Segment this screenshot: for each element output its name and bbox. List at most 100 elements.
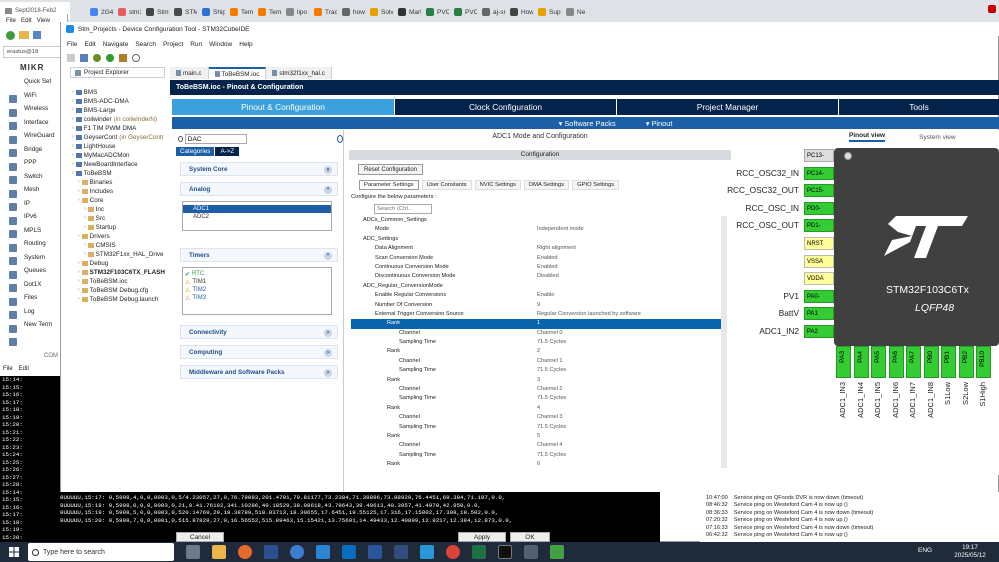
tab-tools[interactable]: Tools (839, 99, 999, 115)
browser-tab[interactable]: lipo b (282, 3, 310, 21)
tree-item[interactable]: › coilwinder (in coilwinderN) (68, 115, 168, 124)
folder-icon[interactable] (19, 31, 29, 39)
pin-nrst[interactable]: NRST (804, 237, 834, 250)
software-packs-menu[interactable]: ▾ Software Packs (559, 119, 616, 128)
param-row[interactable]: Rank 4 (351, 404, 721, 413)
pin-pd1[interactable]: PD1- (804, 219, 834, 233)
section-computing[interactable]: Computing > (180, 345, 338, 359)
taskbar-clock[interactable]: 19:17 2025/05/12 (944, 544, 996, 560)
param-row[interactable]: Channel Channel 1 (351, 357, 721, 366)
settings-gear-icon[interactable] (336, 135, 343, 143)
windows-start-icon[interactable] (0, 542, 28, 562)
list-item-tim1[interactable]: ⚠ TIM1 (183, 278, 331, 286)
apply-button[interactable]: Apply (458, 532, 506, 542)
cancel-button[interactable]: Cancel (176, 532, 224, 542)
pin-pa5[interactable]: PA5 (871, 346, 886, 378)
param-row[interactable]: External Trigger Conversion Source Regula… (351, 310, 721, 319)
browser-tab[interactable]: STM3 (170, 3, 198, 21)
ide-menu-item[interactable]: Edit (84, 41, 95, 48)
pin-pa1[interactable]: PA1 (804, 307, 834, 321)
param-row[interactable]: Enable Regular Conversions Enable (351, 291, 721, 300)
list-item-tim3[interactable]: ⚠ TIM3 (183, 294, 331, 302)
kicad-icon[interactable] (264, 545, 278, 559)
param-tab[interactable]: NVIC Settings (474, 180, 521, 190)
task-view-icon[interactable] (186, 545, 200, 559)
list-item-rtc[interactable]: ✔ RTC (183, 270, 331, 278)
param-tab[interactable]: User Constants (421, 180, 472, 190)
tab-categories[interactable]: Categories (176, 146, 215, 156)
tree-item[interactable]: › BMS-ADC-DMA (68, 97, 168, 106)
ide-menu-item[interactable]: Project (163, 41, 183, 48)
browser-tab[interactable]: How t (506, 3, 534, 21)
firefox-icon[interactable] (238, 545, 252, 559)
excel-icon[interactable] (472, 545, 486, 559)
tree-item[interactable]: › BMS (68, 88, 168, 97)
browser-tab[interactable]: aj-sr0 (478, 3, 506, 21)
tree-item[interactable]: › Core (68, 196, 168, 205)
pin-pb10[interactable]: PB10 (976, 346, 991, 378)
ide-menu-item[interactable]: Run (190, 41, 202, 48)
browser-tab[interactable]: Ne (562, 3, 590, 21)
project-explorer-tab[interactable]: Project Explorer (70, 67, 165, 78)
param-row[interactable]: ADCs_Common_Settings (351, 216, 721, 225)
tab-system-view[interactable]: System view (919, 134, 955, 141)
browser-tab[interactable]: how t (338, 3, 366, 21)
mail-icon[interactable] (342, 545, 356, 559)
section-system-core[interactable]: System Core v (180, 162, 338, 176)
param-row[interactable]: Sampling Time 71.5 Cycles (351, 423, 721, 432)
chrome-icon[interactable] (446, 545, 460, 559)
search-icon[interactable] (132, 54, 140, 62)
app-icon[interactable] (550, 545, 564, 559)
tree-item[interactable]: › STM32F103C6TX_FLASH (68, 268, 168, 277)
list-item-tim2[interactable]: ⚠ TIM2 (183, 286, 331, 294)
tab-pinout-view[interactable]: Pinout view (849, 132, 886, 142)
list-item-adc1[interactable]: ADC1 (183, 205, 331, 213)
menu-view[interactable]: View (37, 17, 50, 24)
param-row[interactable]: Rank 3 (351, 376, 721, 385)
pin-pd0[interactable]: PD0- (804, 201, 834, 215)
menu-file[interactable]: File (6, 17, 16, 24)
param-tab[interactable]: GPIO Settings (572, 180, 620, 190)
pin-pa4[interactable]: PA4 (853, 346, 869, 378)
pin-pb0[interactable]: PB0 (923, 346, 939, 378)
ok-button[interactable]: OK (510, 532, 550, 542)
browser-tab[interactable]: stm32 (114, 3, 142, 21)
editor-tab[interactable]: stm32f1xx_hal.c (266, 67, 332, 79)
term-menu-file[interactable]: File (3, 366, 13, 372)
settings-icon[interactable] (524, 545, 538, 559)
tree-item[interactable]: › Src (68, 214, 168, 223)
param-row[interactable]: Rank 2 (351, 347, 721, 356)
browser-tab[interactable]: Suppo (534, 3, 562, 21)
vscode-icon[interactable] (316, 545, 330, 559)
browser-tab[interactable]: Solve (366, 3, 394, 21)
debug-icon[interactable] (93, 54, 101, 62)
param-row[interactable]: Sampling Time 71.5 Cycles (351, 394, 721, 403)
pin-pa7[interactable]: PA7 (906, 346, 921, 378)
terminal-icon[interactable] (498, 545, 512, 559)
tree-item[interactable]: › Inc (68, 205, 168, 214)
pinout-menu[interactable]: ▾ Pinout (646, 119, 673, 128)
pin-vssa[interactable]: VSSA (804, 254, 834, 268)
tree-item[interactable]: › ToBeBSM.ioc (68, 277, 168, 286)
param-row[interactable]: Mode Independent mode (351, 225, 721, 234)
run-icon[interactable] (106, 54, 114, 62)
tab-pinout-configuration[interactable]: Pinout & Configuration (172, 99, 394, 115)
ide-menu-item[interactable]: Navigate (103, 41, 129, 48)
parameter-search-input[interactable] (374, 204, 432, 214)
tree-item[interactable]: › ToBeBSM (68, 169, 168, 178)
ide-menu-item[interactable]: Search (135, 41, 156, 48)
reset-configuration-button[interactable]: Reset Configuration (358, 164, 423, 175)
back-icon[interactable] (6, 30, 15, 40)
pin-pa0[interactable]: PA0- (804, 289, 834, 303)
pin-pc13[interactable]: PC13- (804, 149, 834, 162)
section-middleware[interactable]: Middleware and Software Packs > (180, 365, 338, 379)
param-row[interactable]: Sampling Time 71.5 Cycles (351, 451, 721, 460)
save-icon[interactable] (80, 54, 88, 62)
browser-tab[interactable]: Stm32 (142, 3, 170, 21)
param-row[interactable]: Continuous Conversion Mode Enabled (351, 263, 721, 272)
ide-menu-item[interactable]: File (67, 41, 77, 48)
pin-pa2[interactable]: PA2 (804, 325, 834, 338)
param-row[interactable]: Rank 6 (351, 460, 721, 468)
editor-tab[interactable]: main.c (170, 67, 209, 79)
pin-vdda[interactable]: VDDA (804, 272, 834, 286)
